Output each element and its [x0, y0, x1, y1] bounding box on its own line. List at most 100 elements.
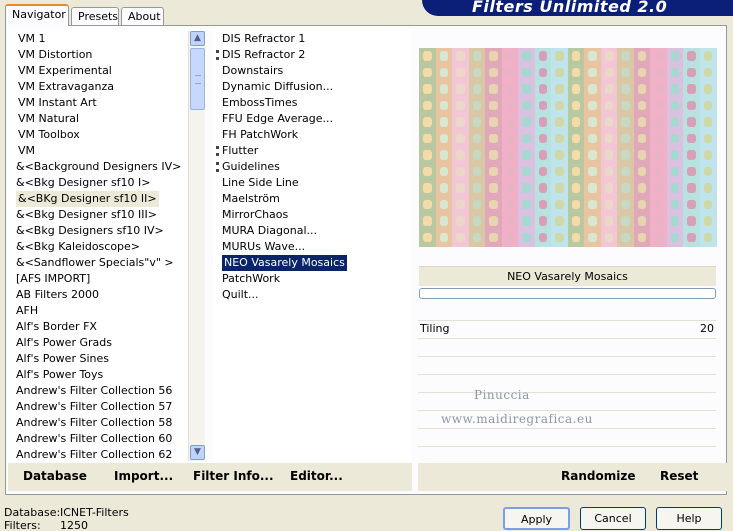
mosaic-tile — [452, 114, 469, 131]
category-item[interactable]: &<BKg Designer sf10 II> — [16, 191, 159, 207]
filter-item[interactable]: FFU Edge Average... — [222, 111, 333, 127]
mosaic-dot — [703, 150, 712, 160]
category-item[interactable]: VM Instant Art — [18, 95, 97, 111]
mosaic-dot — [654, 133, 663, 143]
filter-item[interactable]: Flutter — [222, 143, 258, 159]
category-item[interactable]: AFH — [16, 303, 38, 319]
param-tiling-value[interactable]: 20 — [700, 322, 714, 335]
mosaic-tile — [567, 180, 585, 197]
mosaic-dot — [522, 183, 531, 193]
category-item[interactable]: Andrew's Filter Collection 58 — [16, 415, 172, 431]
mosaic-dot — [703, 67, 712, 77]
mosaic-tile — [518, 180, 535, 197]
filter-item[interactable]: DIS Refractor 1 — [222, 31, 305, 47]
mosaic-tile — [501, 213, 519, 230]
category-item[interactable]: VM Distortion — [18, 47, 92, 63]
mosaic-tile — [666, 229, 684, 247]
mosaic-tile — [468, 48, 486, 65]
mosaic-dot — [687, 51, 696, 61]
mosaic-tile — [666, 180, 684, 197]
category-item[interactable]: Alf's Border FX — [16, 319, 97, 335]
category-item[interactable]: Andrew's Filter Collection 62 — [16, 447, 172, 462]
filter-item[interactable]: EmbossTimes — [222, 95, 298, 111]
filter-item[interactable]: Dynamic Diffusion... — [222, 79, 333, 95]
category-item[interactable]: &<Bkg Designer sf10 III> — [16, 207, 157, 223]
mosaic-tile — [600, 163, 618, 181]
tab-presets[interactable]: Presets — [71, 7, 119, 25]
database-label: Database — [23, 469, 87, 483]
import-label: Import... — [114, 469, 174, 483]
filter-item[interactable]: NEO Vasarely Mosaics — [222, 255, 347, 271]
category-item[interactable]: VM Toolbox — [18, 127, 80, 143]
reset-button[interactable]: Reset — [660, 469, 698, 483]
category-item[interactable]: &<Sandflower Specials"v" > — [16, 255, 174, 271]
category-item[interactable]: &<Bkg Designers sf10 IV> — [16, 223, 164, 239]
cancel-button[interactable]: Cancel — [580, 507, 646, 530]
mosaic-tile — [485, 64, 502, 82]
filter-item[interactable]: DIS Refractor 2 — [222, 47, 305, 63]
filter-item[interactable]: FH PatchWork — [222, 127, 298, 143]
filter-item[interactable]: MirrorChaos — [222, 207, 288, 223]
filter-list[interactable]: DIS Refractor 1 DIS Refractor 2 Downstairs… — [213, 29, 411, 462]
filter-item[interactable]: Guidelines — [222, 159, 280, 175]
category-item[interactable]: VM Experimental — [18, 63, 112, 79]
mosaic-dot — [604, 133, 613, 143]
category-item[interactable]: VM Natural — [18, 111, 79, 127]
category-item[interactable]: VM — [18, 143, 35, 159]
category-item[interactable]: Alf's Power Grads — [16, 335, 112, 351]
mosaic-tile — [518, 213, 535, 230]
category-scrollbar[interactable]: ▲ ▼ — [188, 31, 205, 461]
mosaic-dot — [670, 150, 679, 160]
editor-button[interactable]: Editor... — [290, 469, 343, 483]
mosaic-tile — [666, 114, 684, 131]
filter-item[interactable]: MURA Diagonal... — [222, 223, 317, 239]
mosaic-tile — [534, 97, 552, 115]
mosaic-tile — [699, 114, 717, 131]
category-item[interactable]: &<Bkg Kaleidoscope> — [16, 239, 140, 255]
import-button[interactable]: Import... — [114, 469, 173, 483]
mosaic-dot — [538, 67, 547, 77]
filter-item[interactable]: Maelström — [222, 191, 280, 207]
mosaic-tile — [551, 229, 568, 247]
category-item[interactable]: Andrew's Filter Collection 57 — [16, 399, 172, 415]
scroll-down-button[interactable]: ▼ — [190, 445, 205, 460]
mosaic-dot — [538, 216, 547, 226]
category-item[interactable]: [AFS IMPORT] — [16, 271, 90, 287]
mosaic-tile — [534, 64, 552, 82]
filter-item[interactable]: Quilt... — [222, 287, 259, 303]
filter-item[interactable]: PatchWork — [222, 271, 280, 287]
mosaic-dot — [489, 84, 498, 94]
scroll-up-button[interactable]: ▲ — [190, 31, 205, 46]
mosaic-tile — [650, 64, 667, 82]
category-item[interactable]: VM Extravaganza — [18, 79, 114, 95]
mosaic-dot — [703, 216, 712, 226]
filter-item[interactable]: Line Side Line — [222, 175, 299, 191]
brand-title: Filters Unlimited 2.0 — [472, 0, 668, 16]
help-button[interactable]: Help — [656, 507, 722, 530]
scroll-thumb[interactable] — [190, 48, 205, 110]
mosaic-dot — [604, 150, 613, 160]
mosaic-tile — [435, 114, 453, 131]
mosaic-dot — [637, 117, 646, 127]
tab-about[interactable]: About — [121, 7, 164, 25]
category-item[interactable]: Andrew's Filter Collection 56 — [16, 383, 172, 399]
apply-button[interactable]: Apply — [503, 507, 570, 530]
filter-info-button[interactable]: Filter Info... — [193, 469, 274, 483]
category-item[interactable]: Andrew's Filter Collection 60 — [16, 431, 172, 447]
category-item[interactable]: &<Background Designers IV> — [16, 159, 181, 175]
filter-item[interactable]: Downstairs — [222, 63, 283, 79]
filter-item[interactable]: MURUs Wave... — [222, 239, 305, 255]
category-item[interactable]: Alf's Power Sines — [16, 351, 109, 367]
category-item[interactable]: AB Filters 2000 — [16, 287, 99, 303]
category-item[interactable]: &<Bkg Designer sf10 I> — [16, 175, 151, 191]
category-list[interactable]: VM 1 VM Distortion VM Experimental VM Extra… — [8, 29, 206, 462]
category-item[interactable]: VM 1 — [18, 31, 46, 47]
randomize-button[interactable]: Randomize — [561, 469, 635, 483]
database-button[interactable]: Database — [23, 469, 87, 483]
category-item[interactable]: Alf's Power Toys — [16, 367, 103, 383]
mosaic-dot — [538, 84, 547, 94]
mosaic-dot — [571, 199, 580, 209]
mosaic-tile — [452, 48, 469, 65]
mosaic-tile — [435, 81, 453, 98]
tab-navigator[interactable]: Navigator — [5, 4, 69, 26]
